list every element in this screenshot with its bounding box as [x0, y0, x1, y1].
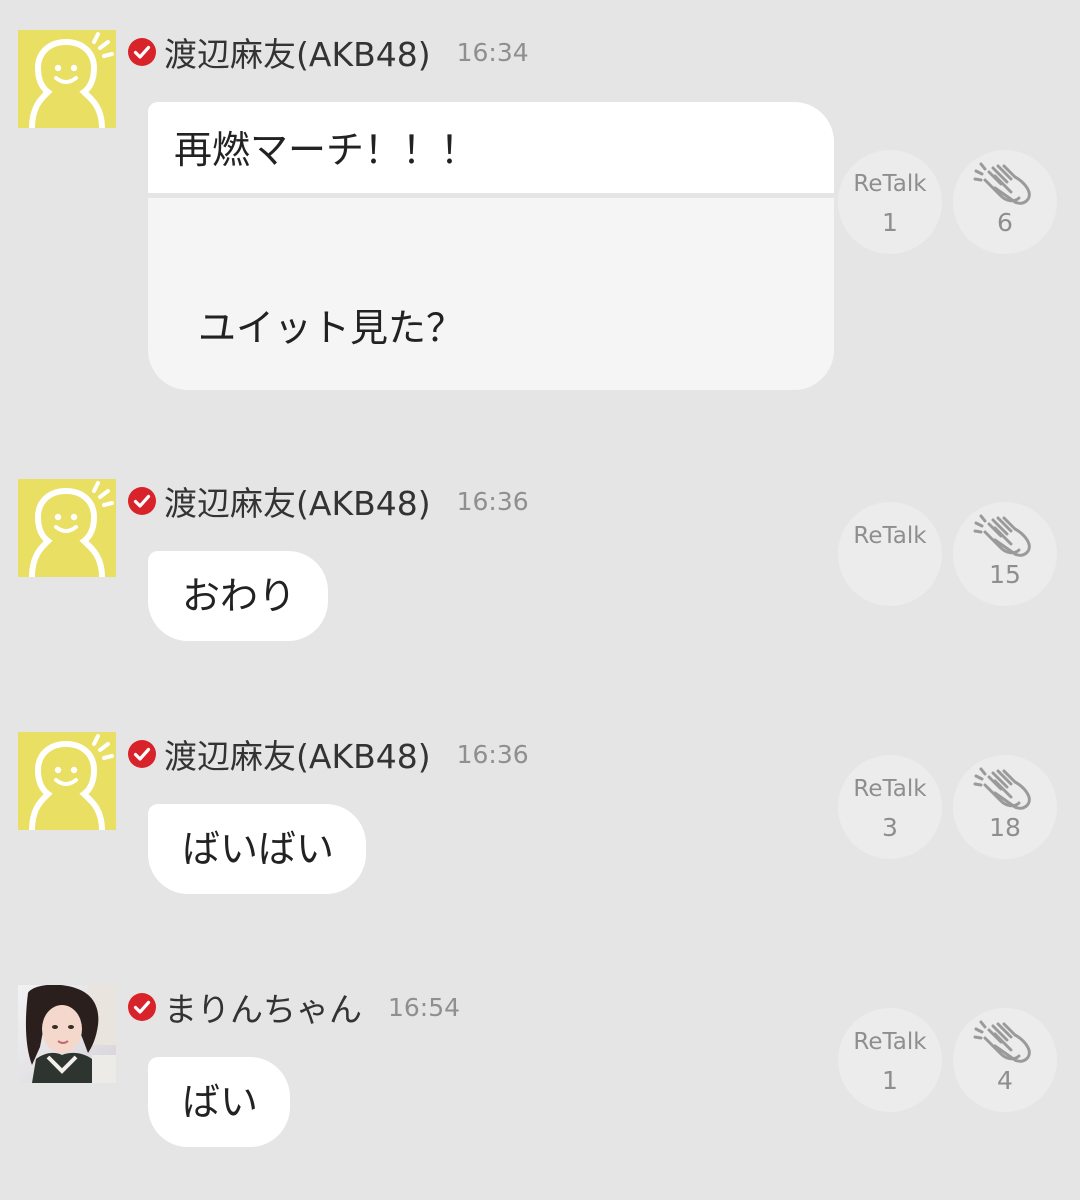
retalk-button[interactable]: ReTalk 1 [838, 150, 942, 254]
message-time: 16:34 [456, 37, 529, 67]
clap-count: 4 [997, 1066, 1013, 1095]
retalk-label: ReTalk [853, 1029, 927, 1055]
message-bubble[interactable]: 再燃マーチ！！！ ユイット見た？ [148, 102, 834, 390]
message-header: 渡辺麻友(AKB48) 16:36 [128, 734, 529, 776]
retalk-label: ReTalk [853, 776, 927, 802]
avatar[interactable] [18, 479, 116, 577]
clap-count: 18 [989, 813, 1021, 842]
verified-check-icon [128, 38, 156, 66]
clap-button[interactable]: 4 [953, 1008, 1057, 1112]
message-header: 渡辺麻友(AKB48) 16:36 [128, 481, 529, 523]
verified-check-icon [128, 487, 156, 515]
clap-icon [973, 767, 1031, 810]
message-bubble[interactable]: ばいばい [148, 804, 367, 894]
message-time: 16:36 [456, 739, 529, 769]
user-photo [18, 985, 116, 1083]
message-item: 渡辺麻友(AKB48) 16:34 再燃マーチ！！！ ユイット見た？ ReTal… [0, 30, 1080, 400]
message-bubble[interactable]: おわり [148, 551, 329, 641]
retalk-label: ReTalk [853, 171, 927, 197]
message-item: まりんちゃん 16:54 ばい ReTalk 1 4 [0, 985, 1080, 1155]
default-avatar-icon [29, 734, 114, 830]
clap-icon [973, 1020, 1031, 1063]
verified-check-icon [128, 993, 156, 1021]
sender-name[interactable]: 渡辺麻友(AKB48) [164, 28, 431, 76]
avatar[interactable] [18, 985, 116, 1083]
verified-check-icon [128, 740, 156, 768]
sender-name[interactable]: 渡辺麻友(AKB48) [164, 477, 431, 525]
retalk-button[interactable]: ReTalk [838, 502, 942, 606]
clap-button[interactable]: 6 [953, 150, 1057, 254]
message-time: 16:54 [388, 992, 461, 1022]
avatar[interactable] [18, 732, 116, 830]
message-header: まりんちゃん 16:54 [128, 987, 461, 1029]
retalk-count: 1 [882, 1066, 898, 1095]
message-text: ばいばい [182, 827, 335, 871]
clap-button[interactable]: 18 [953, 755, 1057, 859]
message-text: ばい [182, 1080, 259, 1124]
retalk-button[interactable]: ReTalk 3 [838, 755, 942, 859]
message-time: 16:36 [456, 486, 529, 516]
avatar[interactable] [18, 30, 116, 128]
message-header: 渡辺麻友(AKB48) 16:34 [128, 32, 529, 74]
retalk-label: ReTalk [853, 523, 927, 549]
clap-count: 15 [989, 560, 1021, 589]
retalk-count: 3 [882, 813, 898, 842]
message-item: 渡辺麻友(AKB48) 16:36 おわり ReTalk 15 [0, 479, 1080, 649]
retalk-count: 1 [882, 208, 898, 237]
message-text: 再燃マーチ！！！ [148, 102, 834, 193]
default-avatar-icon [29, 481, 114, 577]
message-text: ユイット見た？ [198, 306, 465, 350]
clap-button[interactable]: 15 [953, 502, 1057, 606]
default-avatar-icon [29, 32, 114, 128]
clap-icon [973, 514, 1031, 557]
message-item: 渡辺麻友(AKB48) 16:36 ばいばい ReTalk 3 18 [0, 732, 1080, 902]
message-text: おわり [182, 574, 297, 618]
clap-icon [973, 162, 1031, 205]
sender-name[interactable]: まりんちゃん [164, 983, 362, 1031]
retalk-button[interactable]: ReTalk 1 [838, 1008, 942, 1112]
sender-name[interactable]: 渡辺麻友(AKB48) [164, 730, 431, 778]
clap-count: 6 [997, 208, 1013, 237]
message-bubble[interactable]: ばい [148, 1057, 291, 1147]
